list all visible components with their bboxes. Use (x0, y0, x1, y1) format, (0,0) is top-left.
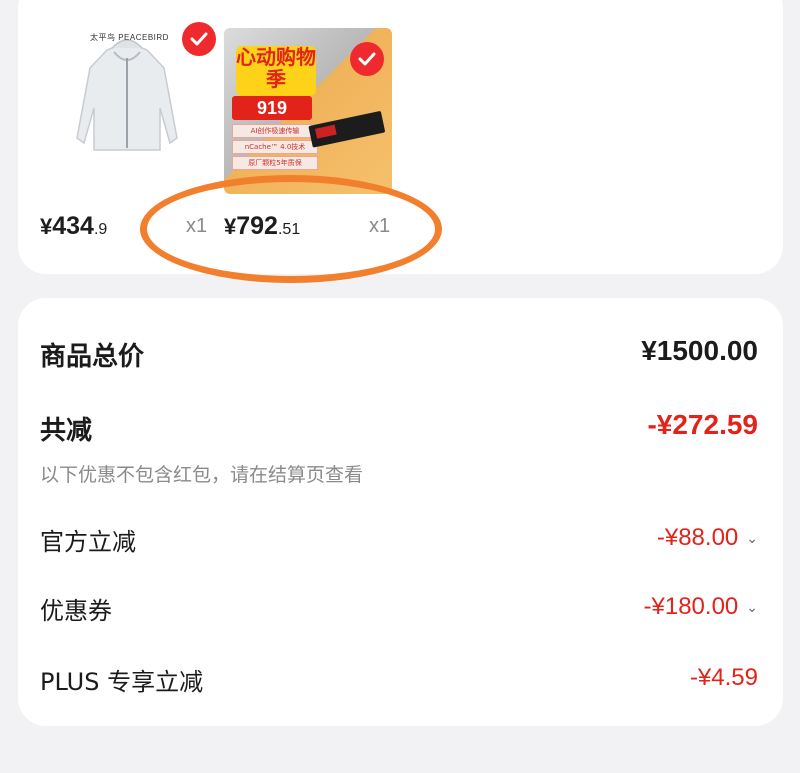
promo-line-2: nCache™ 4.0技术 (232, 140, 318, 154)
promo-line-3: 原厂颗粒5年质保 (232, 156, 318, 170)
official-discount-value: -¥88.00 (656, 524, 739, 551)
product-image-ssd[interactable]: 心动购物季 919 AI创作极速传输 nCache™ 4.0技术 原厂颗粒5年质… (224, 28, 392, 194)
price-decimal: .9 (93, 221, 108, 238)
price-symbol: ¥ (40, 214, 53, 239)
coupon-value: -¥180.00 (643, 593, 739, 620)
total-discount-value: -¥272.59 (647, 409, 758, 440)
annotation-circle (140, 175, 442, 283)
chevron-down-icon[interactable]: ⌄ (746, 530, 758, 547)
promo-line-1: AI创作极速传输 (232, 124, 318, 138)
product-price-jacket: ¥434.9 (40, 212, 107, 241)
official-discount-row[interactable]: -¥88.00 ⌄ (657, 524, 758, 552)
coupon-label: 优惠券 (40, 597, 112, 625)
total-discount-label: 共减 (40, 416, 93, 446)
jacket-icon (76, 39, 178, 151)
select-check-jacket[interactable] (182, 22, 216, 56)
promo-number: 919 (232, 96, 312, 120)
promo-title: 心动购物季 (236, 46, 316, 96)
select-check-ssd[interactable] (350, 42, 384, 76)
total-price-value: ¥1500.00 (641, 335, 758, 366)
checkmark-icon (190, 32, 208, 46)
plus-discount-value: -¥4.59 (689, 664, 758, 691)
coupon-row[interactable]: -¥180.00 ⌄ (644, 593, 758, 621)
discount-note: 以下优惠不包含红包，请在结算页查看 (40, 464, 364, 486)
price-integer: 434 (52, 212, 94, 240)
official-discount-label: 官方立减 (40, 528, 136, 556)
total-price-label: 商品总价 (40, 342, 145, 372)
brand-label: 太平鸟 PEACEBIRD (90, 33, 169, 42)
product-image-jacket[interactable]: 太平鸟 PEACEBIRD (52, 22, 216, 190)
ssd-icon (308, 111, 385, 148)
plus-discount-label: PLUS 专享立减 (40, 668, 204, 696)
checkmark-icon (358, 52, 376, 66)
chevron-down-icon[interactable]: ⌄ (746, 599, 758, 616)
